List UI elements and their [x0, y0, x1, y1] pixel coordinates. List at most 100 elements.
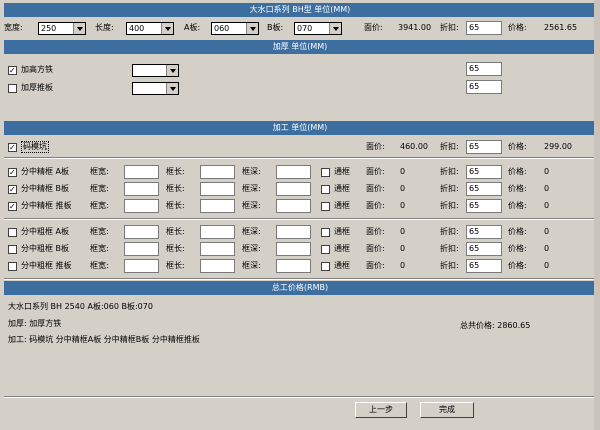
row-discount-label: 折扣: — [440, 167, 459, 176]
frame-width-input[interactable] — [124, 225, 159, 239]
mold-pit-checkbox[interactable] — [8, 143, 17, 152]
prev-button[interactable]: 上一步 — [355, 402, 407, 418]
row-discount-label: 折扣: — [440, 261, 459, 270]
fine-frame-row-checkbox[interactable] — [8, 185, 17, 194]
frame-width-label: 框宽: — [90, 184, 109, 193]
rough-frame-row-checkbox[interactable] — [8, 228, 17, 237]
width-select[interactable]: 250 — [38, 22, 86, 35]
frame-depth-input[interactable] — [276, 259, 311, 273]
through-frame-checkbox[interactable] — [321, 245, 330, 254]
chevron-down-icon[interactable] — [329, 23, 341, 34]
row-total-value: 0 — [544, 201, 550, 210]
through-frame-label: 通框 — [334, 184, 350, 193]
mold-pit-label: 码模坑 — [21, 141, 49, 153]
chevron-down-icon[interactable] — [166, 83, 178, 94]
frame-width-input[interactable] — [124, 199, 159, 213]
thick-item-2-select[interactable] — [132, 82, 179, 95]
row-discount-input[interactable]: 65 — [466, 199, 502, 213]
row-total-value: 0 — [544, 167, 550, 176]
row-total-label: 价格: — [508, 184, 527, 193]
a-board-select[interactable]: 060 — [211, 22, 259, 35]
mold-price-label: 面价: — [366, 142, 385, 151]
through-frame-checkbox[interactable] — [321, 202, 330, 211]
base-discount-label: 折扣: — [440, 23, 459, 32]
row-discount-input[interactable]: 65 — [466, 259, 502, 273]
thick-item-2-checkbox[interactable] — [8, 84, 17, 93]
frame-depth-input[interactable] — [276, 199, 311, 213]
length-select-value: 400 — [129, 24, 145, 33]
frame-length-input[interactable] — [200, 182, 235, 196]
b-board-label: B板: — [267, 23, 284, 32]
chevron-down-icon[interactable] — [166, 65, 178, 76]
length-select[interactable]: 400 — [126, 22, 174, 35]
frame-length-input[interactable] — [200, 165, 235, 179]
frame-depth-input[interactable] — [276, 182, 311, 196]
divider — [4, 278, 596, 280]
through-frame-label: 通框 — [334, 244, 350, 253]
row-total-value: 0 — [544, 244, 550, 253]
rough-frame-row-label: 分中粗框 A板 — [21, 227, 70, 236]
through-frame-checkbox[interactable] — [321, 185, 330, 194]
mold-price-value: 460.00 — [400, 142, 428, 151]
chevron-down-icon[interactable] — [161, 23, 173, 34]
fine-frame-row-checkbox[interactable] — [8, 168, 17, 177]
fine-frame-row-checkbox[interactable] — [8, 202, 17, 211]
row-discount-input[interactable]: 65 — [466, 225, 502, 239]
frame-width-label: 框宽: — [90, 261, 109, 270]
chevron-down-icon[interactable] — [246, 23, 258, 34]
thick-section-title: 加厚 单位(MM) — [272, 42, 328, 51]
through-frame-checkbox[interactable] — [321, 262, 330, 271]
frame-width-label: 框宽: — [90, 227, 109, 236]
row-price-value: 0 — [400, 167, 406, 176]
frame-depth-input[interactable] — [276, 225, 311, 239]
rough-frame-row-checkbox[interactable] — [8, 245, 17, 254]
width-label: 宽度: — [4, 23, 23, 32]
thick-item-2-discount-input[interactable]: 65 — [466, 80, 502, 94]
summary-section-title: 总工价格(RMB) — [271, 283, 329, 292]
row-discount-label: 折扣: — [440, 244, 459, 253]
frame-width-label: 框宽: — [90, 201, 109, 210]
thick-item-1-checkbox[interactable] — [8, 66, 17, 75]
summary-line-3: 加工: 码模坑 分中精框A板 分中精框B板 分中精框推板 — [8, 335, 200, 344]
frame-depth-input[interactable] — [276, 165, 311, 179]
mold-total-label: 价格: — [508, 142, 527, 151]
length-label: 长度: — [95, 23, 114, 32]
frame-width-input[interactable] — [124, 182, 159, 196]
mold-discount-input[interactable]: 65 — [466, 140, 502, 154]
fine-frame-row-label: 分中精框 A板 — [21, 167, 70, 176]
frame-width-input[interactable] — [124, 165, 159, 179]
frame-depth-input[interactable] — [276, 242, 311, 256]
frame-width-input[interactable] — [124, 242, 159, 256]
divider — [4, 157, 596, 159]
finish-button[interactable]: 完成 — [420, 402, 474, 418]
summary-section-bar: 总工价格(RMB) — [4, 281, 596, 295]
chevron-down-icon[interactable] — [73, 23, 85, 34]
summary-line-2: 加厚: 加厚方铁 — [8, 319, 62, 328]
fine-frame-row-label: 分中精框 推板 — [21, 201, 72, 210]
frame-length-label: 框长: — [166, 227, 185, 236]
frame-length-input[interactable] — [200, 199, 235, 213]
through-frame-label: 通框 — [334, 167, 350, 176]
through-frame-checkbox[interactable] — [321, 168, 330, 177]
row-price-value: 0 — [400, 201, 406, 210]
through-frame-checkbox[interactable] — [321, 228, 330, 237]
rough-frame-row-checkbox[interactable] — [8, 262, 17, 271]
thick-item-1-select[interactable] — [132, 64, 179, 77]
b-board-select[interactable]: 070 — [294, 22, 342, 35]
frame-length-input[interactable] — [200, 259, 235, 273]
row-discount-input[interactable]: 65 — [466, 165, 502, 179]
base-discount-input[interactable]: 65 — [466, 21, 502, 35]
b-board-select-value: 070 — [297, 24, 313, 33]
frame-width-label: 框宽: — [90, 167, 109, 176]
base-price-value: 3941.00 — [398, 23, 432, 32]
row-discount-input[interactable]: 65 — [466, 242, 502, 256]
row-price-value: 0 — [400, 244, 406, 253]
row-discount-input[interactable]: 65 — [466, 182, 502, 196]
frame-length-label: 框长: — [166, 201, 185, 210]
row-total-value: 0 — [544, 184, 550, 193]
frame-length-input[interactable] — [200, 225, 235, 239]
frame-width-input[interactable] — [124, 259, 159, 273]
thick-item-1-discount-input[interactable]: 65 — [466, 62, 502, 76]
frame-length-input[interactable] — [200, 242, 235, 256]
frame-depth-label: 框深: — [242, 261, 261, 270]
